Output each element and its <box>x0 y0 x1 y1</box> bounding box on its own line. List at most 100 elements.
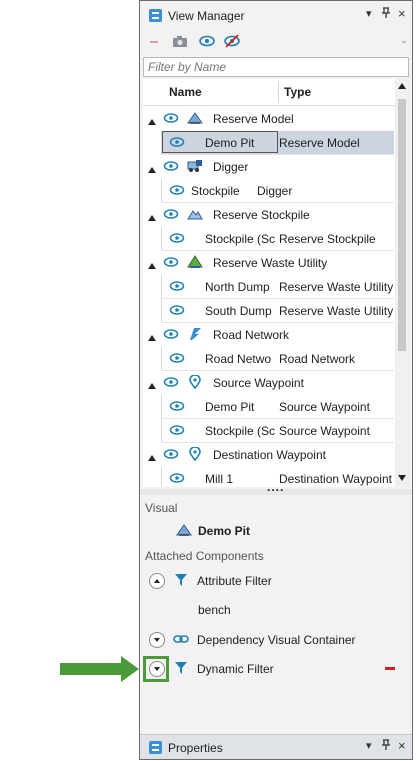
visibility-eye-icon[interactable] <box>169 400 185 415</box>
child-name: Road Netwo <box>205 352 272 366</box>
child-row[interactable]: North Dump Reserve Waste Utility <box>143 275 395 299</box>
visibility-eye-icon[interactable] <box>169 232 185 247</box>
collapse-attribute-filter-button[interactable] <box>149 573 165 589</box>
waypoint-icon <box>187 374 203 392</box>
scrollbar-thumb[interactable] <box>398 99 406 351</box>
filter-by-name-input[interactable] <box>143 57 409 77</box>
dynamic-filter-label: Dynamic Filter <box>197 662 274 676</box>
view-manager-toolbar: ⌄ <box>140 30 412 54</box>
properties-pin-icon[interactable] <box>381 739 391 754</box>
child-type: Source Waypoint <box>279 400 370 414</box>
stockpile-icon <box>187 207 203 224</box>
attribute-filter-label: Attribute Filter <box>197 574 272 588</box>
visibility-eye-icon[interactable] <box>163 256 179 271</box>
child-type: Destination Waypoint <box>279 472 392 486</box>
collapse-arrow-icon[interactable] <box>148 331 156 345</box>
camera-icon[interactable] <box>171 33 189 49</box>
close-icon[interactable]: × <box>398 6 406 21</box>
child-name: North Dump <box>205 280 270 294</box>
child-name: South Dump <box>205 304 272 318</box>
column-header-type[interactable]: Type <box>284 85 311 99</box>
child-name: Stockpile (Sc <box>205 232 276 246</box>
visibility-eye-icon[interactable] <box>163 160 179 175</box>
properties-close-icon[interactable]: × <box>398 738 406 753</box>
group-row[interactable]: Destination Waypoint <box>143 443 395 467</box>
group-label: Digger <box>213 160 249 174</box>
expand-dependency-container-button[interactable] <box>149 632 165 648</box>
collapse-arrow-icon[interactable] <box>148 379 156 393</box>
group-row[interactable]: Reserve Waste Utility <box>143 251 395 275</box>
digger-icon <box>187 159 203 176</box>
group-row[interactable]: Road Network <box>143 323 395 347</box>
callout-arrow-head <box>121 656 139 682</box>
visibility-eye-icon[interactable] <box>169 472 185 487</box>
collapse-arrow-icon[interactable] <box>148 211 156 225</box>
visibility-eye-icon[interactable] <box>169 280 185 295</box>
eye-icon[interactable] <box>198 33 216 49</box>
waypoint-icon <box>187 446 203 464</box>
properties-panel-icon <box>149 741 162 754</box>
properties-dropdown-icon[interactable]: ▾ <box>366 739 372 752</box>
funnel-icon <box>174 573 188 590</box>
toolbar-overflow-icon[interactable]: ⌄ <box>400 35 408 46</box>
child-row[interactable]: Stockpile Digger <box>143 179 395 203</box>
child-row[interactable]: Road Netwo Road Network <box>143 347 395 371</box>
child-type: Reserve Waste Utility <box>279 304 393 318</box>
visibility-eye-icon[interactable] <box>169 304 185 319</box>
attached-components-label: Attached Components <box>145 549 264 563</box>
waste-utility-icon <box>187 255 203 272</box>
visual-section-label: Visual <box>145 501 178 515</box>
visibility-eye-icon[interactable] <box>163 208 179 223</box>
visibility-eye-icon[interactable] <box>169 136 185 151</box>
child-type: Source Waypoint <box>279 424 370 438</box>
group-label: Reserve Model <box>213 112 294 126</box>
group-row[interactable]: Reserve Stockpile <box>143 203 395 227</box>
visibility-eye-icon[interactable] <box>163 448 179 463</box>
dependency-container-label: Dependency Visual Container <box>197 633 356 647</box>
eye-slash-icon[interactable] <box>223 33 241 49</box>
visibility-eye-icon[interactable] <box>169 424 185 439</box>
child-type: Road Network <box>279 352 356 366</box>
collapse-arrow-icon[interactable] <box>148 259 156 273</box>
group-row[interactable]: Digger <box>143 155 395 179</box>
visibility-eye-icon[interactable] <box>163 328 179 343</box>
collapse-arrow-icon[interactable] <box>148 451 156 465</box>
child-row[interactable]: Stockpile (Sc Reserve Stockpile <box>143 227 395 251</box>
child-type: Reserve Stockpile <box>279 232 376 246</box>
panel-icon <box>149 9 162 22</box>
grid-vertical-scrollbar[interactable] <box>395 79 409 487</box>
child-row[interactable]: Demo Pit Source Waypoint <box>143 395 395 419</box>
column-separator[interactable] <box>278 81 279 103</box>
link-icon <box>173 632 189 649</box>
group-label: Reserve Stockpile <box>213 208 310 222</box>
grid-header: Name Type <box>143 79 395 106</box>
view-manager-titlebar: View Manager ▾ × <box>140 1 412 30</box>
minus-icon[interactable] <box>148 33 166 49</box>
pin-icon[interactable] <box>381 7 391 22</box>
child-name: Demo Pit <box>205 136 255 150</box>
view-manager-title: View Manager <box>168 9 245 23</box>
properties-panel-titlebar[interactable]: Properties ▾ × <box>140 734 412 759</box>
child-row[interactable]: Stockpile (Sc Source Waypoint <box>143 419 395 443</box>
collapse-arrow-icon[interactable] <box>148 115 156 129</box>
group-label: Road Network <box>213 328 290 342</box>
visibility-eye-icon[interactable] <box>163 376 179 391</box>
callout-highlight-box <box>143 656 169 682</box>
panel-dropdown-icon[interactable]: ▾ <box>366 7 372 20</box>
splitter-grip[interactable]: .... <box>267 480 284 494</box>
visibility-eye-icon[interactable] <box>169 352 185 367</box>
group-label: Destination Waypoint <box>213 448 326 462</box>
remove-component-icon[interactable] <box>384 662 396 677</box>
view-tree-grid: Name Type Reserve Model Demo Pit Reserve M… <box>143 79 409 487</box>
child-row[interactable]: South Dump Reserve Waste Utility <box>143 299 395 323</box>
child-row[interactable]: Demo Pit Reserve Model <box>143 131 395 155</box>
callout-arrow-shaft <box>60 663 124 675</box>
collapse-arrow-icon[interactable] <box>148 163 156 177</box>
visibility-eye-icon[interactable] <box>169 184 185 199</box>
reserve-model-icon <box>187 111 203 128</box>
child-type: Reserve Model <box>279 136 360 150</box>
group-row[interactable]: Source Waypoint <box>143 371 395 395</box>
visibility-eye-icon[interactable] <box>163 112 179 127</box>
group-row[interactable]: Reserve Model <box>143 107 395 131</box>
column-header-name[interactable]: Name <box>169 85 202 99</box>
